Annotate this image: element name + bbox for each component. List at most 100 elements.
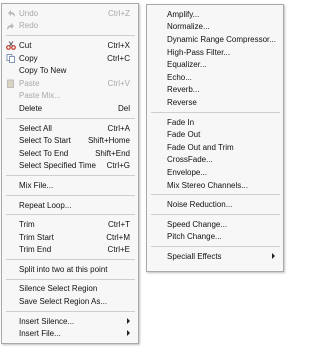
menu-item-label: Echo...: [167, 72, 192, 82]
menu-item-dynamic-range-compressor[interactable]: Dynamic Range Compressor...: [147, 33, 283, 46]
paste-icon: [6, 79, 16, 88]
menu-separator: [6, 259, 135, 261]
menu-item-save-select-region-as[interactable]: Save Select Region As...: [2, 295, 138, 308]
menu-item-paste-mix: Paste Mix...: [2, 90, 138, 103]
menu-item-label: Envelope...: [167, 167, 208, 177]
submenu-arrow-icon: [127, 330, 130, 337]
menu-item-split-into-two-at-this-point[interactable]: Split into two at this point: [2, 263, 138, 276]
menu-item-copy-to-new[interactable]: Copy To New: [2, 64, 138, 77]
menu-item-label: Pitch Change...: [167, 232, 222, 242]
menu-item-label: Mix Stereo Channels...: [167, 180, 248, 190]
menu-item-label: Trim Start: [19, 232, 54, 242]
menu-separator: [6, 214, 135, 216]
menu-item-redo: Redo: [2, 20, 138, 33]
menu-item-label: Redo: [19, 21, 39, 31]
menu-item-shortcut: Ctrl+Z: [108, 8, 130, 18]
menu-item-label: CrossFade...: [167, 155, 213, 165]
menu-item-label: Noise Reduction...: [167, 200, 233, 210]
copy-icon: [6, 53, 16, 63]
menu-item-noise-reduction[interactable]: Noise Reduction...: [147, 198, 283, 211]
menu-item-label: Select To End: [19, 148, 69, 158]
menu-item-undo: Undo Ctrl+Z: [2, 7, 138, 20]
menu-item-label: Select Specified Time: [19, 161, 96, 171]
submenu-arrow-icon: [127, 317, 130, 324]
submenu-arrow-icon: [272, 253, 275, 260]
menu-item-speed-change[interactable]: Speed Change...: [147, 218, 283, 231]
menu-item-fade-in[interactable]: Fade In: [147, 116, 283, 129]
menu-item-shortcut: Shift+Home: [87, 136, 130, 146]
menu-separator: [151, 246, 280, 248]
menu-item-label: Fade Out: [167, 130, 201, 140]
menu-item-shortcut: Ctrl+E: [107, 245, 130, 255]
menu-separator: [6, 35, 135, 37]
menu-item-label: Silence Select Region: [19, 284, 98, 294]
redo-icon: [6, 22, 16, 31]
menu-item-label: Speed Change...: [167, 219, 228, 229]
menu-item-copy[interactable]: Copy Ctrl+C: [2, 52, 138, 65]
menu-item-label: Copy: [19, 53, 38, 63]
menu-item-shortcut: Ctrl+T: [108, 220, 130, 230]
menu-item-envelope[interactable]: Envelope...: [147, 166, 283, 179]
menu-separator: [151, 111, 280, 113]
menu-item-normalize[interactable]: Normalize...: [147, 21, 283, 34]
menu-item-fade-out-and-trim[interactable]: Fade Out and Trim: [147, 141, 283, 154]
menu-separator: [6, 175, 135, 177]
menu-separator: [151, 194, 280, 196]
menu-item-select-all[interactable]: Select All Ctrl+A: [2, 122, 138, 135]
menu-item-label: Save Select Region As...: [19, 297, 108, 307]
menu-item-trim-end[interactable]: Trim End Ctrl+E: [2, 244, 138, 257]
menu-item-amplify[interactable]: Amplify...: [147, 8, 283, 21]
menu-item-equalizer[interactable]: Equalizer...: [147, 58, 283, 71]
menu-item-label: Paste Mix...: [19, 91, 61, 101]
menu-item-label: Dynamic Range Compressor...: [167, 34, 276, 44]
menu-item-label: Undo: [19, 8, 39, 18]
menu-item-echo[interactable]: Echo...: [147, 71, 283, 84]
menu-item-label: Mix File...: [19, 180, 54, 190]
menu-item-shortcut: Ctrl+G: [106, 161, 130, 171]
menu-item-shortcut: Ctrl+X: [107, 40, 130, 50]
menu-item-label: Copy To New: [19, 66, 67, 76]
menu-item-label: Delete: [19, 103, 43, 113]
menu-separator: [6, 117, 135, 119]
menu-item-trim-start[interactable]: Trim Start Ctrl+M: [2, 231, 138, 244]
menu-item-label: Paste: [19, 78, 40, 88]
menu-item-label: Repeat Loop...: [19, 200, 72, 210]
menu-item-paste: Paste Ctrl+V: [2, 77, 138, 90]
menu-item-mix-stereo-channels[interactable]: Mix Stereo Channels...: [147, 179, 283, 192]
menu-item-pitch-change[interactable]: Pitch Change...: [147, 231, 283, 244]
menu-item-silence-select-region[interactable]: Silence Select Region: [2, 283, 138, 296]
menu-item-shortcut: Ctrl+A: [107, 123, 130, 133]
menu-item-label: Reverse: [167, 97, 197, 107]
edit-context-menu: Undo Ctrl+Z Redo Cut Ctrl+X Copy Ctrl+C Copy To…: [1, 3, 139, 344]
menu-item-fade-out[interactable]: Fade Out: [147, 128, 283, 141]
menu-item-label: Normalize...: [167, 22, 210, 32]
menu-item-high-pass-filter[interactable]: High-Pass Filter...: [147, 46, 283, 59]
menu-item-label: Equalizer...: [167, 60, 207, 70]
menu-separator: [151, 213, 280, 215]
menu-item-label: Select All: [19, 123, 52, 133]
menu-item-repeat-loop[interactable]: Repeat Loop...: [2, 199, 138, 212]
menu-item-speciall-effects[interactable]: Speciall Effects: [147, 250, 283, 263]
effects-context-menu: Amplify... Normalize... Dynamic Range Comp…: [146, 4, 284, 272]
menu-item-label: Fade In: [167, 117, 195, 127]
menu-item-mix-file[interactable]: Mix File...: [2, 179, 138, 192]
menu-item-crossfade[interactable]: CrossFade...: [147, 154, 283, 167]
menu-item-label: Split into two at this point: [19, 264, 108, 274]
menu-item-reverse[interactable]: Reverse: [147, 96, 283, 109]
menu-item-select-to-start[interactable]: Select To Start Shift+Home: [2, 134, 138, 147]
menu-item-select-to-end[interactable]: Select To End Shift+End: [2, 147, 138, 160]
menu-separator: [6, 310, 135, 312]
menu-item-label: Fade Out and Trim: [167, 142, 234, 152]
menu-item-insert-silence[interactable]: Insert Silence...: [2, 315, 138, 328]
menu-item-shortcut: Shift+End: [95, 148, 130, 158]
menu-separator: [6, 278, 135, 280]
menu-item-cut[interactable]: Cut Ctrl+X: [2, 39, 138, 52]
menu-item-select-specified-time[interactable]: Select Specified Time Ctrl+G: [2, 160, 138, 173]
menu-item-delete[interactable]: Delete Del: [2, 102, 138, 115]
menu-item-label: Insert Silence...: [19, 316, 75, 326]
menu-item-label: Amplify...: [167, 9, 200, 19]
menu-item-trim[interactable]: Trim Ctrl+T: [2, 218, 138, 231]
menu-item-shortcut: Ctrl+C: [107, 53, 130, 63]
menu-item-insert-file[interactable]: Insert File...: [2, 327, 138, 340]
menu-item-reverb[interactable]: Reverb...: [147, 84, 283, 97]
